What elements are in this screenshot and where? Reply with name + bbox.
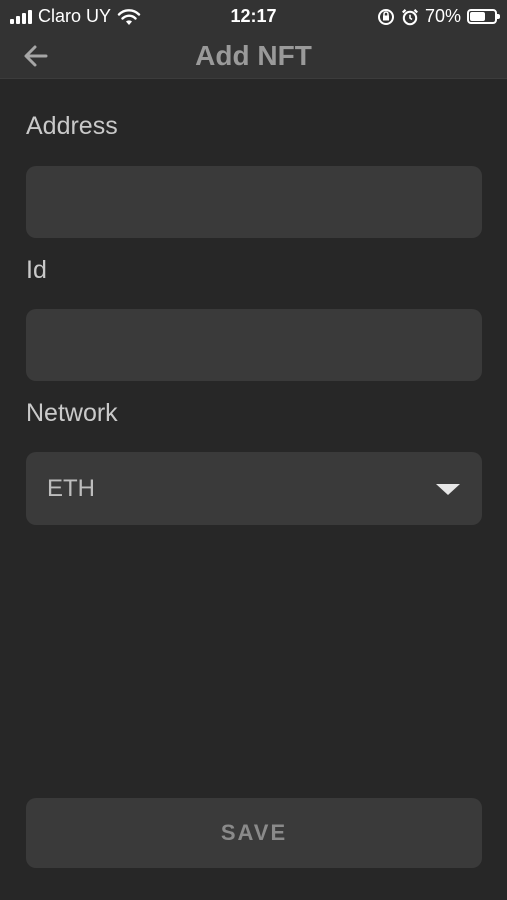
network-selected-value: ETH	[47, 475, 95, 502]
network-label: Network	[26, 399, 118, 427]
status-bar: Claro UY 12:17 70%	[0, 0, 507, 34]
app-bar: Add NFT	[0, 34, 507, 79]
battery-level	[470, 12, 485, 21]
battery-icon	[467, 9, 500, 24]
alarm-icon	[401, 8, 418, 25]
id-input[interactable]	[26, 309, 482, 381]
id-label: Id	[26, 256, 47, 284]
save-button[interactable]: SAVE	[26, 798, 482, 868]
status-right: 70%	[377, 6, 500, 27]
network-select[interactable]: ETH	[26, 452, 482, 525]
battery-percent: 70%	[424, 6, 461, 26]
address-input[interactable]	[26, 166, 482, 238]
caret-down-icon	[436, 484, 460, 495]
page-title: Add NFT	[195, 40, 312, 71]
address-label: Address	[26, 112, 118, 140]
rotation-lock-icon	[377, 8, 394, 25]
